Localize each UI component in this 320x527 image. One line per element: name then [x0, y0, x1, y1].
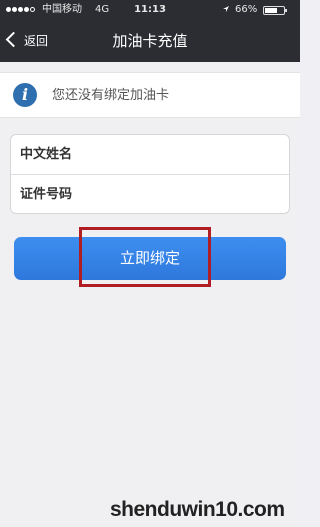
notice-banner: i 您还没有绑定加油卡 — [0, 72, 300, 118]
bind-now-button[interactable]: 立即绑定 — [14, 237, 286, 280]
top-bar: 中国移动 4G 11:13 66% 返回 加油卡充值 — [0, 0, 300, 62]
battery-icon — [263, 6, 287, 15]
bind-card-form — [10, 134, 290, 214]
notice-text: 您还没有绑定加油卡 — [52, 88, 170, 103]
watermark: shenduwin10.com — [110, 498, 285, 521]
battery-percentage: 66% — [235, 4, 258, 15]
status-bar: 中国移动 4G 11:13 66% — [0, 0, 300, 20]
id-number-field[interactable] — [11, 175, 289, 214]
page-title: 加油卡充值 — [112, 32, 188, 50]
location-arrow-icon — [223, 6, 229, 12]
navigation-bar: 返回 加油卡充值 — [0, 20, 300, 62]
screen: 中国移动 4G 11:13 66% 返回 加油卡充值 i 您还没有绑定加油卡 立… — [0, 0, 300, 527]
info-icon: i — [13, 83, 37, 107]
chinese-name-field[interactable] — [11, 135, 289, 174]
